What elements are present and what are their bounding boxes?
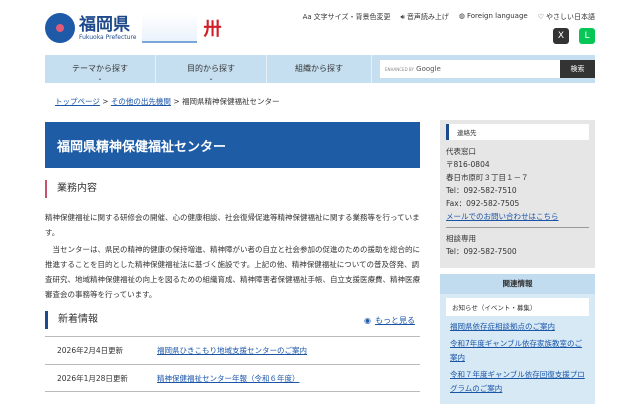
- site-search: ENHANCED BY Google 検索: [380, 60, 595, 78]
- search-placeholder: Google: [416, 65, 441, 73]
- contact-line: 代表窓口: [446, 147, 476, 156]
- contact-mail-link[interactable]: メールでのお問い合わせはこちら: [446, 212, 559, 221]
- more-news-link[interactable]: ◉ もっと見る: [364, 315, 415, 326]
- chevron-down-icon: ⌄: [208, 75, 214, 82]
- business-paragraph-1: 精神保健福祉に関する研修会の開催、心の健康相談、社会復帰促進等精神保健福祉に関す…: [45, 213, 420, 237]
- business-paragraph-2: 当センターは、県民の精神的健康の保持増進、精神障がい者の自立と社会参加の促進のた…: [45, 245, 420, 299]
- related-heading: 関連情報: [440, 274, 595, 294]
- section-heading-business: 業務内容: [45, 180, 97, 198]
- foreign-language-link[interactable]: ◍ Foreign language: [459, 12, 528, 22]
- util-label: やさしい日本語: [546, 13, 595, 21]
- search-input[interactable]: ENHANCED BY Google: [380, 60, 560, 78]
- util-label: 文字サイズ・背景色変更: [313, 13, 391, 21]
- related-subheading: お知らせ（イベント・募集）: [446, 298, 589, 316]
- mascot-logo: 卅: [203, 19, 222, 40]
- divider: [446, 227, 589, 228]
- contact-box: 連絡先 代表窓口 〒816-0804 春日市原町３丁目１－７ Tel：092-5…: [440, 120, 595, 268]
- news-date: 2026年2月4日更新: [57, 346, 124, 355]
- chevron-down-icon: ⌄: [97, 75, 103, 82]
- search-button[interactable]: 検索: [560, 60, 595, 78]
- contact-line: Tel：092-582-7500: [446, 247, 517, 256]
- global-nav: テーマから探す ⌄ 目的から探す ⌄ 組織から探す ENHANCED BY Goog…: [45, 55, 595, 83]
- news-row: 2026年2月4日更新 福岡県ひきこもり地域支援センターのご案内: [45, 336, 420, 364]
- globe-icon: ◍: [458, 12, 465, 20]
- breadcrumb-other-offices[interactable]: その他の出先機関: [111, 97, 171, 106]
- contact-line: 〒816-0804: [446, 160, 490, 169]
- breadcrumb-top[interactable]: トップページ: [55, 97, 100, 106]
- news-date: 2026年1月28日更新: [57, 374, 128, 383]
- news-row: 2026年1月28日更新 精神保健福祉センター年報（令和６年度）: [45, 364, 420, 392]
- breadcrumb: トップページ > その他の出先機関 > 福岡県精神保健福祉センター: [55, 96, 280, 107]
- speaker-icon: 🔊︎: [400, 13, 405, 21]
- more-label: もっと見る: [375, 316, 415, 325]
- line-share-icon[interactable]: L: [579, 28, 595, 44]
- nav-purpose[interactable]: 目的から探す ⌄: [156, 55, 267, 83]
- section-heading-news: 新着情報: [45, 311, 415, 329]
- news-link[interactable]: 精神保健福祉センター年報（令和６年度）: [157, 365, 300, 391]
- search-brand-small: ENHANCED BY: [385, 67, 414, 72]
- circle-arrow-icon: ◉: [364, 316, 371, 325]
- text-size-icon: Aa: [302, 13, 312, 21]
- util-label: 音声読み上げ: [406, 13, 449, 21]
- x-share-icon[interactable]: X: [553, 28, 569, 44]
- site-logo[interactable]: 福岡県 Fukuoka Prefecture 卅: [45, 10, 245, 46]
- nav-theme[interactable]: テーマから探す ⌄: [45, 55, 156, 83]
- prefecture-emblem-icon: [45, 13, 75, 43]
- heart-icon: ♡: [537, 13, 544, 21]
- news-link[interactable]: 福岡県ひきこもり地域支援センターのご案内: [157, 337, 307, 364]
- breadcrumb-current: 福岡県精神保健福祉センター: [182, 97, 280, 106]
- nav-organization[interactable]: 組織から探す: [267, 55, 372, 83]
- contact-line: Tel：092-582-7510: [446, 186, 517, 195]
- contact-line: Fax：092-582-7505: [446, 199, 520, 208]
- util-label: Foreign language: [466, 12, 528, 20]
- breadcrumb-sep: >: [173, 97, 180, 106]
- utility-links: Aa 文字サイズ・背景色変更 🔊︎ 音声読み上げ ◍ Foreign language…: [303, 12, 595, 22]
- breadcrumb-sep: >: [102, 97, 109, 106]
- logo-title: 福岡県: [79, 14, 130, 35]
- contact-line: 相談専用: [446, 234, 476, 243]
- sns-links: X L: [553, 28, 595, 44]
- logo-subtitle: Fukuoka Prefecture: [79, 33, 137, 41]
- related-link[interactable]: 令和7年度ギャンブル依存家族教室のご案内: [450, 337, 585, 365]
- related-link[interactable]: 令和７年度ギャンブル依存回復支援プログラムのご案内: [450, 368, 585, 396]
- cityscape-illustration: [142, 13, 198, 43]
- read-aloud-link[interactable]: 🔊︎ 音声読み上げ: [400, 12, 448, 22]
- page-title: 福岡県精神保健福祉センター: [45, 122, 420, 168]
- easy-japanese-link[interactable]: ♡ やさしい日本語: [538, 12, 595, 22]
- contact-heading: 連絡先: [446, 124, 589, 140]
- related-link[interactable]: 福岡県依存症相談拠点のご案内: [450, 320, 585, 334]
- text-size-link[interactable]: Aa 文字サイズ・背景色変更: [303, 12, 391, 22]
- contact-line: 春日市原町３丁目１－７: [446, 173, 529, 182]
- related-info-box: 関連情報 お知らせ（イベント・募集） 福岡県依存症相談拠点のご案内 令和7年度ギ…: [440, 274, 595, 404]
- nav-label: 組織から探す: [294, 64, 343, 73]
